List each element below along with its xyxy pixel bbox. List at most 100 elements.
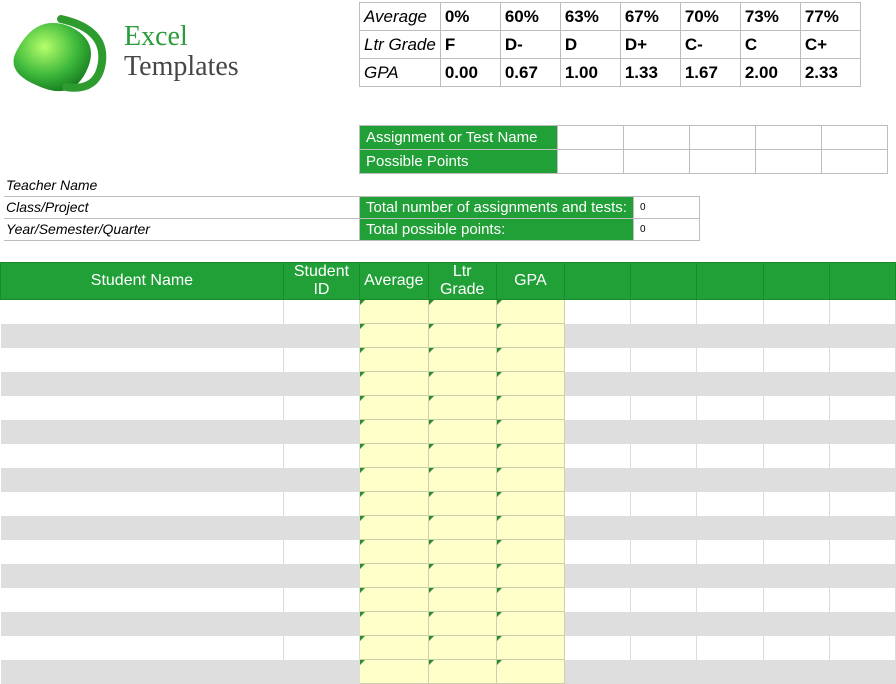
- score-cell[interactable]: [829, 444, 895, 468]
- score-cell[interactable]: [829, 636, 895, 660]
- score-cell[interactable]: [829, 588, 895, 612]
- score-cell[interactable]: [564, 420, 630, 444]
- student-id-cell[interactable]: [283, 468, 359, 492]
- scale-cell[interactable]: 1.33: [620, 59, 680, 87]
- gpa-cell[interactable]: [496, 372, 564, 396]
- ltr-grade-cell[interactable]: [428, 420, 496, 444]
- student-name-cell[interactable]: [1, 324, 284, 348]
- possible-points-cell[interactable]: [690, 150, 756, 174]
- score-cell[interactable]: [763, 468, 829, 492]
- score-cell[interactable]: [697, 324, 763, 348]
- score-cell[interactable]: [697, 468, 763, 492]
- score-cell[interactable]: [564, 588, 630, 612]
- score-cell[interactable]: [829, 324, 895, 348]
- score-cell[interactable]: [763, 372, 829, 396]
- score-cell[interactable]: [829, 516, 895, 540]
- score-cell[interactable]: [829, 420, 895, 444]
- student-id-cell[interactable]: [283, 420, 359, 444]
- student-name-cell[interactable]: [1, 588, 284, 612]
- gpa-cell[interactable]: [496, 324, 564, 348]
- ltr-grade-cell[interactable]: [428, 324, 496, 348]
- gpa-cell[interactable]: [496, 444, 564, 468]
- scale-cell[interactable]: 0.67: [500, 59, 560, 87]
- score-cell[interactable]: [631, 300, 697, 324]
- gpa-cell[interactable]: [496, 300, 564, 324]
- score-cell[interactable]: [697, 564, 763, 588]
- score-cell[interactable]: [631, 612, 697, 636]
- score-cell[interactable]: [829, 468, 895, 492]
- teacher-name-label[interactable]: Teacher Name: [4, 174, 360, 196]
- scale-cell[interactable]: D: [560, 31, 620, 59]
- scale-cell[interactable]: C-: [680, 31, 740, 59]
- scale-cell[interactable]: 0%: [440, 3, 500, 31]
- average-cell[interactable]: [360, 444, 429, 468]
- score-cell[interactable]: [631, 636, 697, 660]
- scale-cell[interactable]: 77%: [800, 3, 860, 31]
- scale-cell[interactable]: F: [440, 31, 500, 59]
- student-name-cell[interactable]: [1, 348, 284, 372]
- score-cell[interactable]: [763, 516, 829, 540]
- score-cell[interactable]: [763, 348, 829, 372]
- average-cell[interactable]: [360, 492, 429, 516]
- possible-points-cell[interactable]: [822, 150, 888, 174]
- average-cell[interactable]: [360, 396, 429, 420]
- student-id-cell[interactable]: [283, 300, 359, 324]
- score-cell[interactable]: [697, 516, 763, 540]
- score-cell[interactable]: [631, 396, 697, 420]
- score-cell[interactable]: [697, 300, 763, 324]
- score-cell[interactable]: [763, 444, 829, 468]
- score-cell[interactable]: [697, 636, 763, 660]
- score-cell[interactable]: [697, 588, 763, 612]
- scale-cell[interactable]: C: [740, 31, 800, 59]
- student-id-cell[interactable]: [283, 612, 359, 636]
- ltr-grade-cell[interactable]: [428, 516, 496, 540]
- score-cell[interactable]: [564, 564, 630, 588]
- score-cell[interactable]: [763, 540, 829, 564]
- score-cell[interactable]: [829, 540, 895, 564]
- score-cell[interactable]: [631, 372, 697, 396]
- student-id-cell[interactable]: [283, 492, 359, 516]
- student-name-cell[interactable]: [1, 612, 284, 636]
- assignment-name-cell[interactable]: [822, 126, 888, 150]
- student-id-cell[interactable]: [283, 396, 359, 420]
- student-id-cell[interactable]: [283, 540, 359, 564]
- ltr-grade-cell[interactable]: [428, 396, 496, 420]
- scale-cell[interactable]: D-: [500, 31, 560, 59]
- assignment-name-cell[interactable]: [624, 126, 690, 150]
- class-project-label[interactable]: Class/Project: [4, 196, 360, 218]
- scale-cell[interactable]: 73%: [740, 3, 800, 31]
- score-cell[interactable]: [564, 348, 630, 372]
- score-cell[interactable]: [763, 420, 829, 444]
- score-cell[interactable]: [697, 396, 763, 420]
- score-cell[interactable]: [631, 588, 697, 612]
- year-semester-label[interactable]: Year/Semester/Quarter: [4, 218, 360, 240]
- scale-cell[interactable]: C+: [800, 31, 860, 59]
- score-cell[interactable]: [564, 636, 630, 660]
- score-cell[interactable]: [697, 420, 763, 444]
- score-cell[interactable]: [829, 564, 895, 588]
- score-cell[interactable]: [564, 300, 630, 324]
- score-cell[interactable]: [763, 564, 829, 588]
- score-cell[interactable]: [631, 540, 697, 564]
- student-id-cell[interactable]: [283, 564, 359, 588]
- average-cell[interactable]: [360, 564, 429, 588]
- student-name-cell[interactable]: [1, 564, 284, 588]
- score-cell[interactable]: [829, 396, 895, 420]
- ltr-grade-cell[interactable]: [428, 636, 496, 660]
- gpa-cell[interactable]: [496, 612, 564, 636]
- student-name-cell[interactable]: [1, 492, 284, 516]
- score-cell[interactable]: [829, 348, 895, 372]
- student-name-cell[interactable]: [1, 444, 284, 468]
- scale-cell[interactable]: 63%: [560, 3, 620, 31]
- score-cell[interactable]: [564, 612, 630, 636]
- ltr-grade-cell[interactable]: [428, 444, 496, 468]
- student-id-cell[interactable]: [283, 324, 359, 348]
- gpa-cell[interactable]: [496, 420, 564, 444]
- gpa-cell[interactable]: [496, 588, 564, 612]
- average-cell[interactable]: [360, 324, 429, 348]
- score-cell[interactable]: [697, 612, 763, 636]
- score-cell[interactable]: [829, 372, 895, 396]
- gpa-cell[interactable]: [496, 564, 564, 588]
- score-cell[interactable]: [763, 588, 829, 612]
- ltr-grade-cell[interactable]: [428, 348, 496, 372]
